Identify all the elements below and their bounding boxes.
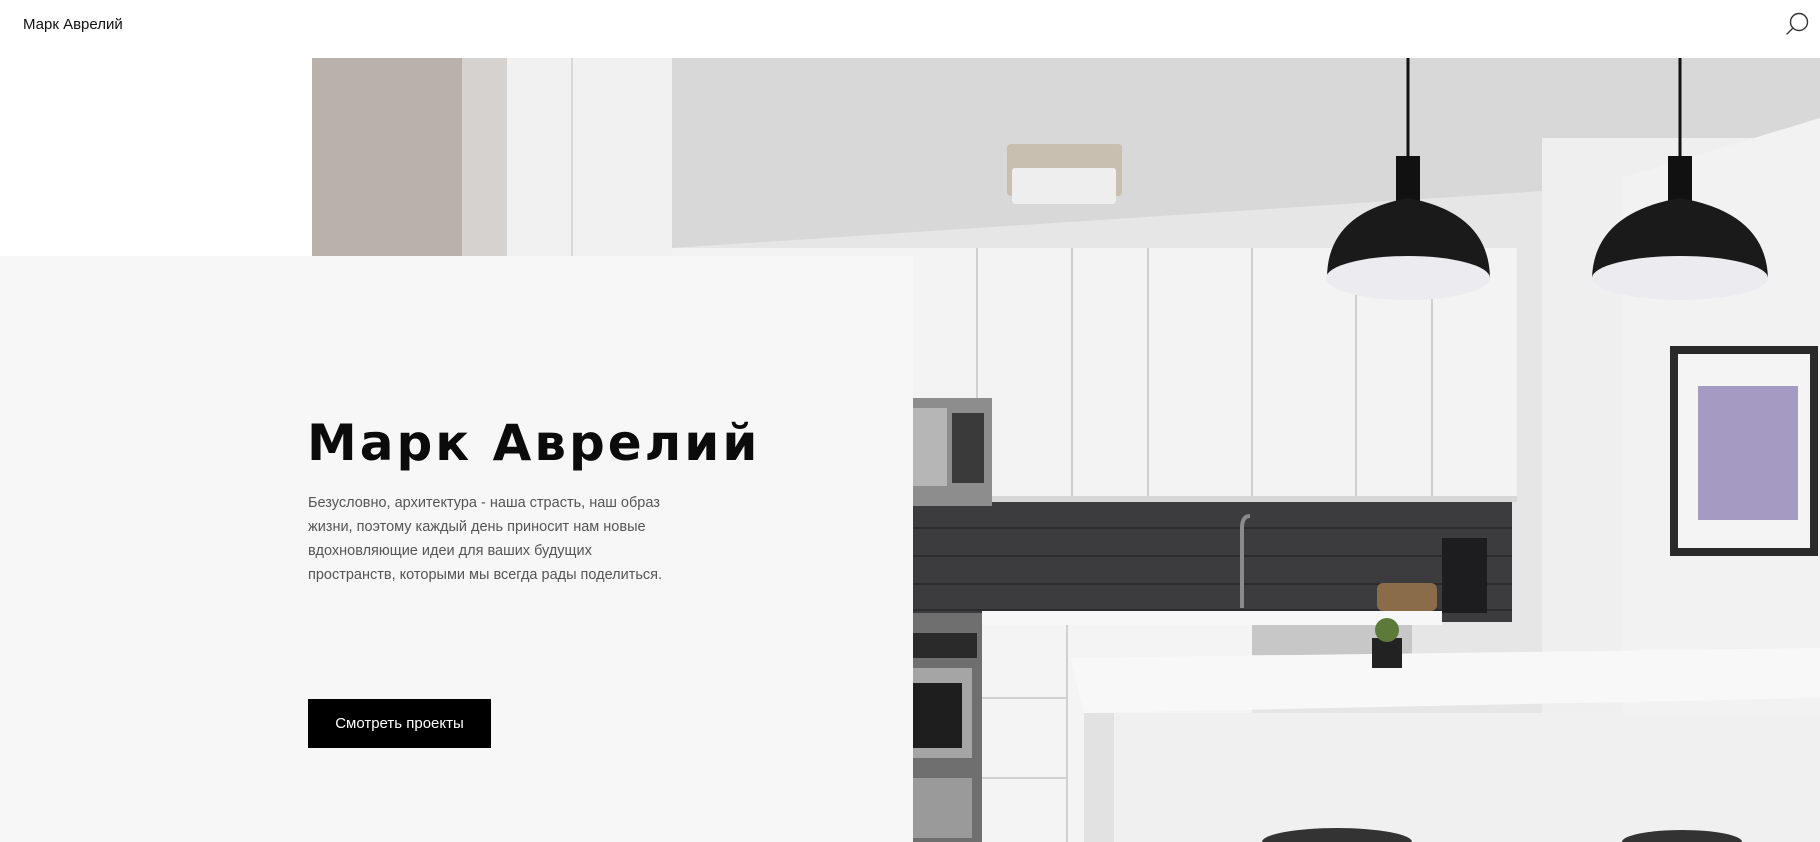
site-header: Марк Аврелий [0, 0, 1820, 58]
hero-title: Марк Аврелий [307, 414, 761, 472]
brand-logo-link[interactable]: Марк Аврелий [23, 16, 123, 33]
hero-panel: Марк Аврелий Безусловно, архитектура - н… [0, 256, 913, 842]
search-icon [1786, 12, 1809, 35]
hero-description: Безусловно, архитектура - наша страсть, … [308, 495, 663, 583]
view-projects-button[interactable]: Смотреть проекты [308, 699, 491, 748]
search-button[interactable] [1784, 11, 1812, 39]
